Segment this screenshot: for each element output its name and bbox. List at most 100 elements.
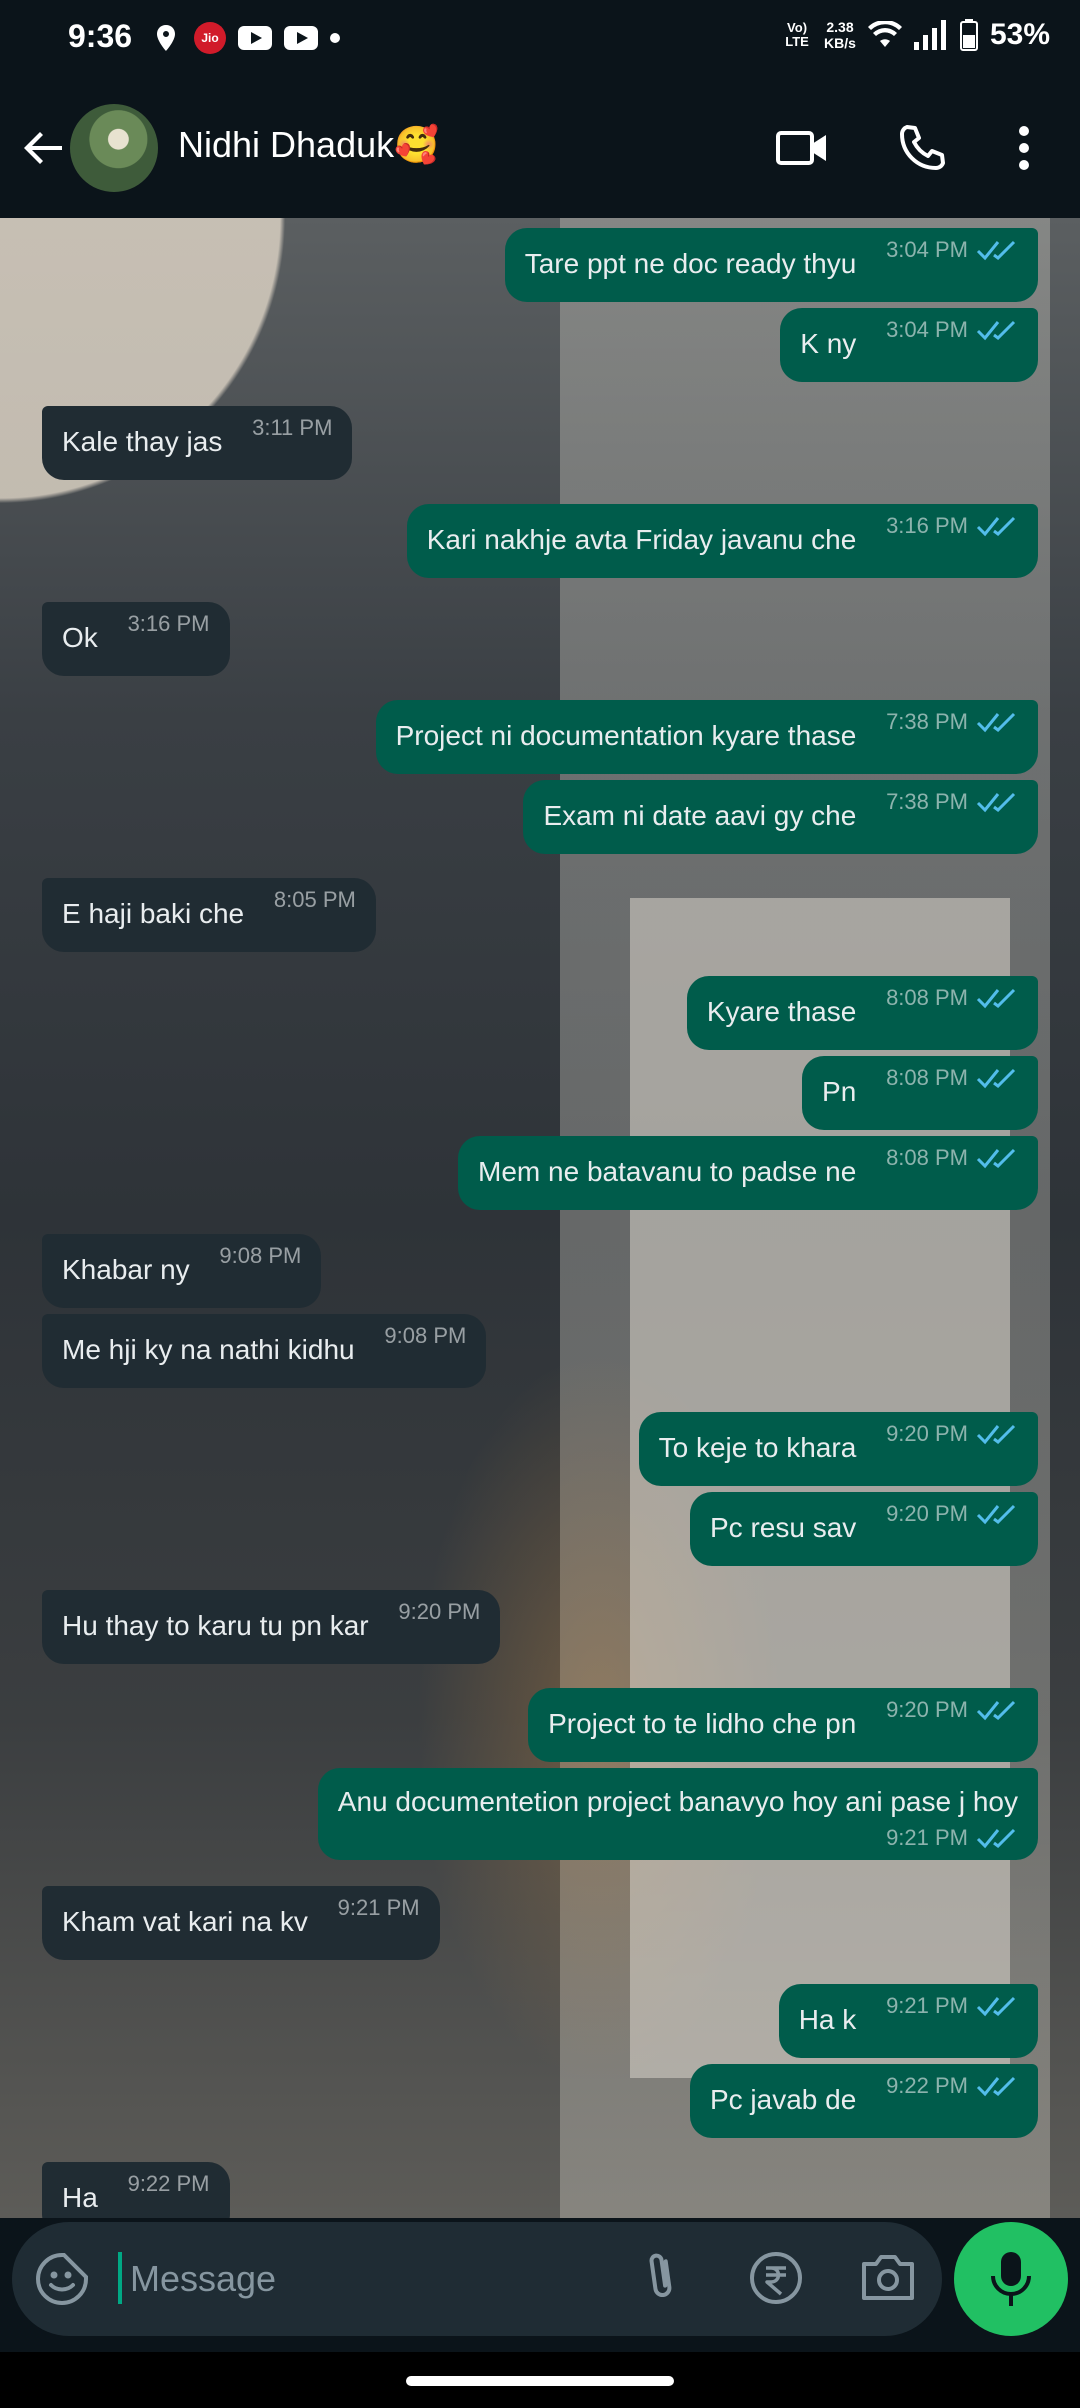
outgoing-message[interactable]: Pc resu sav 9:20 PM [690, 1492, 1038, 1566]
message-time: 9:21 PM [337, 1895, 420, 1920]
mic-icon [991, 2252, 1031, 2306]
back-button[interactable] [18, 122, 70, 174]
message-time: 9:20 PM [886, 1421, 968, 1446]
read-ticks-icon [976, 1828, 1016, 1849]
outgoing-message[interactable]: To keje to khara 9:20 PM [638, 1412, 1038, 1486]
read-ticks-icon [976, 516, 1016, 537]
message-meta: 8:05 PM [274, 882, 356, 932]
message-text: Project to te lidho che pn [548, 1708, 857, 1739]
camera-button[interactable] [856, 2248, 920, 2308]
incoming-message[interactable]: Ha 9:22 PM [42, 2162, 230, 2218]
message-meta: 9:21 PM [338, 1890, 420, 1940]
message-meta: 3:04 PM [886, 232, 1018, 282]
message-meta: 9:08 PM [384, 1318, 466, 1368]
message-time: 9:20 PM [398, 1599, 481, 1624]
message-time: 7:38 PM [886, 709, 968, 734]
outgoing-message[interactable]: K ny 3:04 PM [780, 308, 1038, 382]
message-composer [12, 2222, 942, 2336]
battery-percent: 53% [989, 18, 1050, 51]
outgoing-message[interactable]: Ha k 9:21 PM [778, 1984, 1038, 2058]
incoming-message[interactable]: Kale thay jas 3:11 PM [42, 406, 353, 480]
read-ticks-icon [976, 1700, 1016, 1721]
rupee-icon [750, 2252, 802, 2304]
outgoing-message[interactable]: Exam ni date aavi gy che 7:38 PM [523, 780, 1038, 854]
chat-area[interactable]: Tare ppt ne doc ready thyu 3:04 PM K ny … [0, 218, 1080, 2218]
message-time: 8:08 PM [886, 1065, 968, 1090]
message-meta: 8:08 PM [886, 1140, 1018, 1190]
message-text: Project ni documentation kyare thase [395, 720, 857, 751]
message-meta: 9:20 PM [886, 1416, 1018, 1466]
message-time: 3:04 PM [886, 237, 968, 262]
outgoing-message[interactable]: Mem ne batavanu to padse ne 8:08 PM [458, 1136, 1038, 1210]
message-time: 8:05 PM [273, 887, 356, 912]
payment-button[interactable] [746, 2248, 806, 2308]
message-meta: 9:20 PM [398, 1594, 480, 1644]
gesture-nav-bar [0, 2352, 1080, 2408]
outgoing-message[interactable]: Kyare thase 8:08 PM [686, 976, 1038, 1050]
read-ticks-icon [976, 792, 1016, 813]
message-input[interactable] [128, 2252, 632, 2306]
message-time: 8:08 PM [886, 1145, 968, 1170]
paperclip-icon [649, 2253, 672, 2297]
message-meta: 9:08 PM [219, 1238, 301, 1288]
read-ticks-icon [976, 1148, 1016, 1169]
voice-call-button[interactable] [894, 120, 950, 176]
message-text: Pc javab de [709, 2084, 857, 2115]
battery-icon [959, 19, 978, 51]
more-options-button[interactable] [996, 120, 1052, 176]
read-ticks-icon [976, 712, 1016, 733]
incoming-message[interactable]: E haji baki che 8:05 PM [42, 878, 376, 952]
message-meta: 8:08 PM [886, 1060, 1018, 1110]
outgoing-message[interactable]: Pc javab de 9:22 PM [689, 2064, 1038, 2138]
video-call-button[interactable] [774, 120, 830, 176]
outgoing-message[interactable]: Project ni documentation kyare thase 7:3… [375, 700, 1038, 774]
attach-button[interactable] [632, 2248, 692, 2308]
outgoing-message[interactable]: Anu documentetion project banavyo hoy an… [317, 1768, 1038, 1860]
outgoing-message[interactable]: Tare ppt ne doc ready thyu 3:04 PM [504, 228, 1038, 302]
read-ticks-icon [976, 1424, 1016, 1445]
outgoing-message[interactable]: Kari nakhje avta Friday javanu che 3:16 … [406, 504, 1038, 578]
message-meta: 3:16 PM [128, 606, 210, 656]
message-text: Kale thay jas [62, 426, 223, 457]
back-arrow-icon [24, 132, 62, 164]
incoming-message[interactable]: Ok 3:16 PM [42, 602, 230, 676]
outgoing-message[interactable]: Project to te lidho che pn 9:20 PM [528, 1688, 1038, 1762]
contact-avatar[interactable] [70, 104, 158, 192]
message-text: Hu thay to karu tu pn kar [62, 1610, 369, 1641]
read-ticks-icon [976, 1996, 1016, 2017]
message-time: 3:04 PM [886, 317, 968, 342]
camera-icon [862, 2255, 914, 2300]
network-speed: 2.38 KB/s [824, 19, 856, 51]
system-icons: Vo) LTE 2.38 KB/s 53% [782, 18, 1050, 52]
jio-icon: Jio [194, 22, 226, 54]
message-text: Kari nakhje avta Friday javanu che [426, 524, 857, 555]
outgoing-message[interactable]: Pn 8:08 PM [802, 1056, 1038, 1130]
youtube-icon [238, 26, 272, 50]
message-meta: 9:22 PM [886, 2068, 1018, 2118]
text-cursor [118, 2252, 122, 2304]
message-time: 9:21 PM [886, 1825, 968, 1850]
voice-message-button[interactable] [954, 2222, 1068, 2336]
notification-icons: Jio [150, 22, 340, 54]
message-meta: 7:38 PM [886, 784, 1018, 834]
message-meta: 7:38 PM [886, 704, 1018, 754]
message-text: Khabar ny [62, 1254, 190, 1285]
incoming-message[interactable]: Hu thay to karu tu pn kar 9:20 PM [42, 1590, 501, 1664]
read-ticks-icon [976, 320, 1016, 341]
youtube-icon [284, 26, 318, 50]
signal-icon [913, 20, 946, 50]
location-icon [150, 22, 182, 54]
read-ticks-icon [976, 240, 1016, 261]
message-time: 3:16 PM [127, 611, 210, 636]
contact-name[interactable]: Nidhi Dhaduk🥰 [178, 124, 439, 166]
sticker-button[interactable] [34, 2251, 90, 2307]
message-time: 3:16 PM [886, 513, 968, 538]
message-text: Ok [62, 622, 98, 653]
message-text: Kyare thase [706, 996, 857, 1027]
home-indicator[interactable] [406, 2376, 674, 2386]
incoming-message[interactable]: Me hji ky na nathi kidhu 9:08 PM [42, 1314, 487, 1388]
incoming-message[interactable]: Kham vat kari na kv 9:21 PM [42, 1886, 440, 1960]
incoming-message[interactable]: Khabar ny 9:08 PM [42, 1234, 322, 1308]
message-time: 7:38 PM [886, 789, 968, 814]
network-speed-unit: KB/s [824, 35, 856, 51]
